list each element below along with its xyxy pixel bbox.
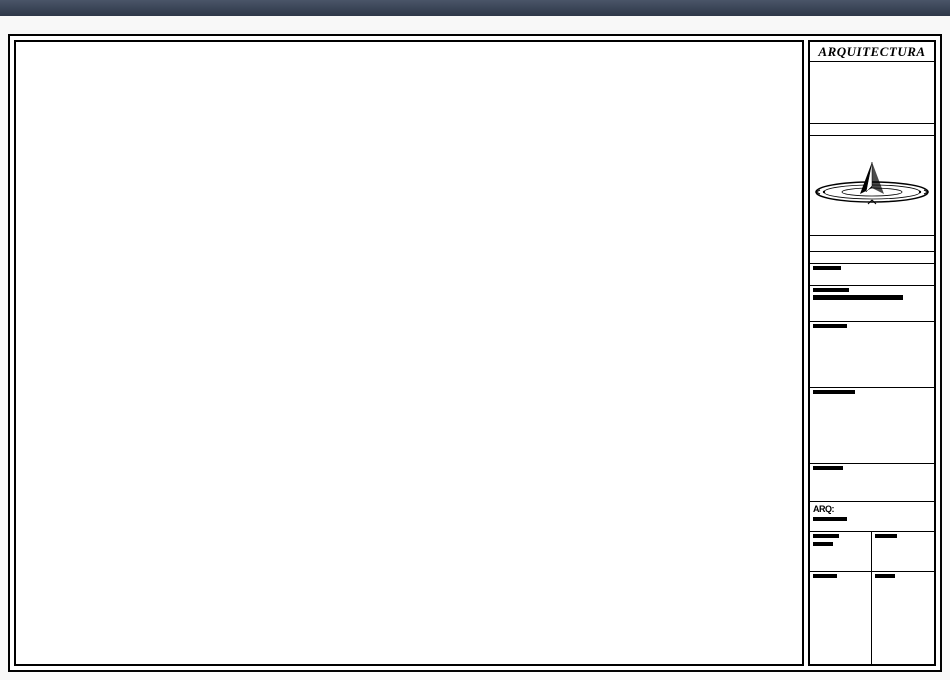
titleblock-row-2 <box>810 252 934 264</box>
titleblock-field-4 <box>810 388 934 464</box>
sheet-border-inner: ARQUITECTURA <box>14 40 936 666</box>
split-1-right <box>872 532 934 571</box>
titleblock-project-box <box>810 62 934 124</box>
titleblock: ARQUITECTURA <box>808 40 936 666</box>
field-1-label <box>813 266 841 270</box>
field-2-value <box>813 295 903 300</box>
titleblock-field-1 <box>810 264 934 286</box>
north-arrow-icon <box>810 158 934 214</box>
titleblock-split-1 <box>810 532 934 572</box>
titleblock-feature-row <box>810 236 934 252</box>
field-3-label <box>813 324 847 328</box>
field-2-label <box>813 288 849 292</box>
titleblock-row-1 <box>810 124 934 136</box>
split-2-right <box>872 572 934 664</box>
field-4-label <box>813 390 855 394</box>
titleblock-compass-box <box>810 136 934 236</box>
split-2-left <box>810 572 872 664</box>
titleblock-field-2 <box>810 286 934 322</box>
titleblock-split-2 <box>810 572 934 664</box>
titleblock-field-3 <box>810 322 934 388</box>
sheet-border-outer: ARQUITECTURA <box>8 34 942 672</box>
drawing-area[interactable] <box>14 40 804 666</box>
titleblock-header: ARQUITECTURA <box>810 42 934 62</box>
architect-label: ARQ: <box>813 504 834 514</box>
split-1-left <box>810 532 872 571</box>
window-titlebar <box>0 0 950 16</box>
titleblock-field-5 <box>810 464 934 502</box>
titleblock-architect: ARQ: <box>810 502 934 532</box>
field-5-label <box>813 466 843 470</box>
cad-canvas[interactable]: ARQUITECTURA <box>0 16 950 680</box>
